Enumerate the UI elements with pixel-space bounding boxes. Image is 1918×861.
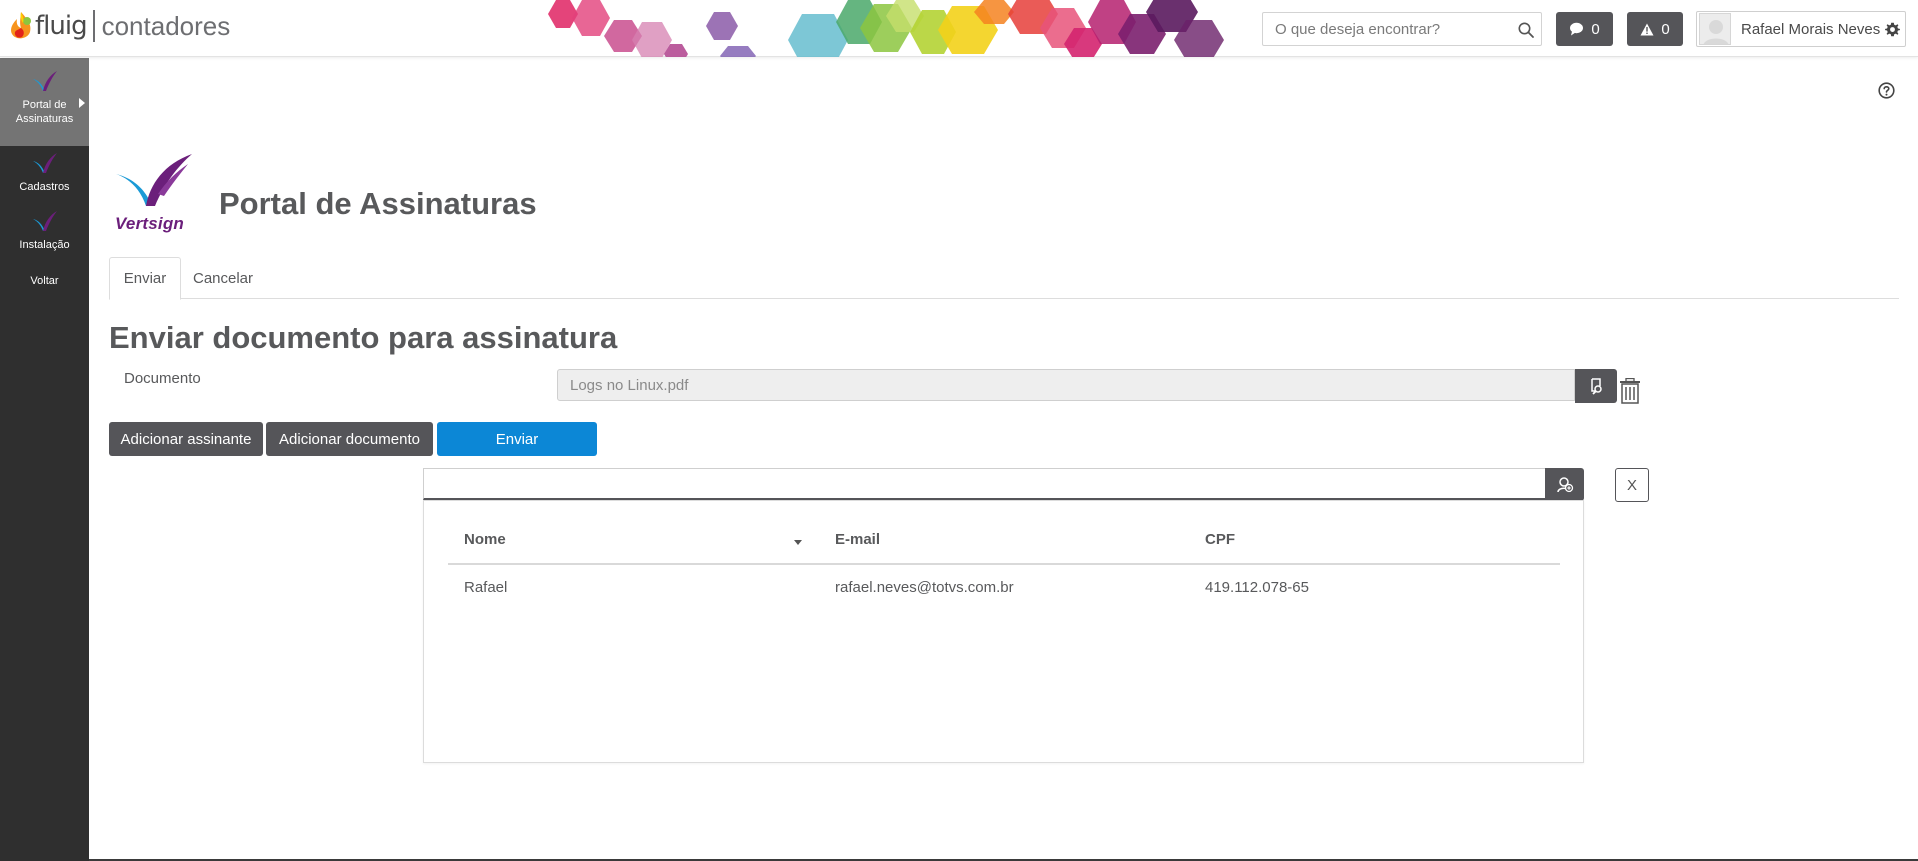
company-name: contadores <box>101 11 231 41</box>
column-header-nome[interactable]: Nome <box>464 531 506 548</box>
warning-icon <box>1640 23 1654 35</box>
global-search-box[interactable] <box>1262 12 1542 46</box>
chat-bubble-icon <box>1570 22 1584 36</box>
sidebar: Portal de Assinaturas Cadastros Instalaç… <box>0 58 89 861</box>
help-icon[interactable] <box>1878 82 1895 99</box>
tab-enviar[interactable]: Enviar <box>109 257 181 300</box>
tab-cancelar[interactable]: Cancelar <box>185 257 261 299</box>
vertsign-icon <box>32 211 57 231</box>
fluig-flame-icon <box>11 12 31 39</box>
user-avatar-icon <box>1703 20 1729 44</box>
vertsign-icon <box>32 153 57 173</box>
close-button[interactable]: X <box>1615 468 1649 502</box>
alerts-button[interactable]: 0 <box>1627 12 1683 46</box>
alerts-count: 0 <box>1661 20 1670 38</box>
sidebar-item-voltar[interactable]: Voltar <box>0 270 89 292</box>
vertsign-logo-text: Vertsign <box>115 214 184 233</box>
user-menu[interactable]: Rafael Morais Neves <box>1696 11 1906 47</box>
trash-icon[interactable] <box>1619 378 1641 404</box>
tab-bar: Enviar Cancelar <box>109 257 1899 300</box>
document-search-icon <box>1591 378 1602 395</box>
sidebar-item-instalacao[interactable]: Instalação <box>0 210 89 264</box>
add-document-button[interactable]: Adicionar documento <box>266 422 433 456</box>
vertsign-icon <box>32 71 57 91</box>
gear-icon[interactable] <box>1885 22 1901 37</box>
cell-name: Rafael <box>464 579 508 596</box>
sidebar-item-label: Voltar <box>30 275 59 287</box>
column-header-cpf[interactable]: CPF <box>1205 531 1235 548</box>
global-search-input[interactable] <box>1263 13 1541 45</box>
caret-right-icon <box>79 98 85 108</box>
column-header-email[interactable]: E-mail <box>835 531 880 548</box>
document-label: Documento <box>124 370 201 387</box>
signer-search-box[interactable] <box>423 468 1546 500</box>
view-document-button[interactable] <box>1575 369 1617 403</box>
document-field: Logs no Linux.pdf <box>557 369 1575 401</box>
fluig-logo[interactable]: fluig contadores <box>8 9 230 43</box>
signer-search-button[interactable] <box>1545 468 1584 501</box>
sidebar-item-cadastros[interactable]: Cadastros <box>0 152 89 206</box>
user-add-icon <box>1556 476 1573 492</box>
sort-caret-icon[interactable] <box>794 540 802 545</box>
table-row[interactable]: Rafael rafael.neves@totvs.com.br 419.112… <box>448 565 1560 609</box>
header-banner-graphic <box>540 0 1348 57</box>
messages-count: 0 <box>1591 20 1600 38</box>
avatar <box>1699 13 1731 45</box>
cell-email: rafael.neves@totvs.com.br <box>835 579 1014 596</box>
sidebar-item-label: Instalação <box>19 239 70 251</box>
vertsign-logo-mark-icon <box>116 154 192 206</box>
signer-search-input[interactable] <box>424 469 1545 498</box>
fluig-wordmark: fluig <box>35 11 88 41</box>
section-title: Enviar documento para assinatura <box>109 320 618 355</box>
brand-divider <box>92 10 95 42</box>
sidebar-item-label: Assinaturas <box>15 113 74 125</box>
search-icon[interactable] <box>1517 21 1535 39</box>
add-signer-button[interactable]: Adicionar assinante <box>109 422 263 456</box>
user-name: Rafael Morais Neves <box>1741 20 1881 38</box>
messages-button[interactable]: 0 <box>1556 12 1613 46</box>
sidebar-item-portal-assinaturas[interactable]: Portal de Assinaturas <box>0 58 89 146</box>
page-title: Portal de Assinaturas <box>219 186 537 221</box>
vertsign-logo: Vertsign <box>114 152 204 238</box>
table-header: Nome E-mail CPF <box>448 527 1560 565</box>
top-bar: fluig contadores O que deseja encontrar?… <box>0 0 1918 57</box>
sidebar-item-label: Portal de <box>22 99 67 111</box>
sidebar-item-label: Cadastros <box>19 181 70 193</box>
cell-cpf: 419.112.078-65 <box>1205 579 1309 596</box>
send-button[interactable]: Enviar <box>437 422 597 456</box>
signers-table: Nome E-mail CPF Rafael rafael.neves@totv… <box>423 500 1584 763</box>
